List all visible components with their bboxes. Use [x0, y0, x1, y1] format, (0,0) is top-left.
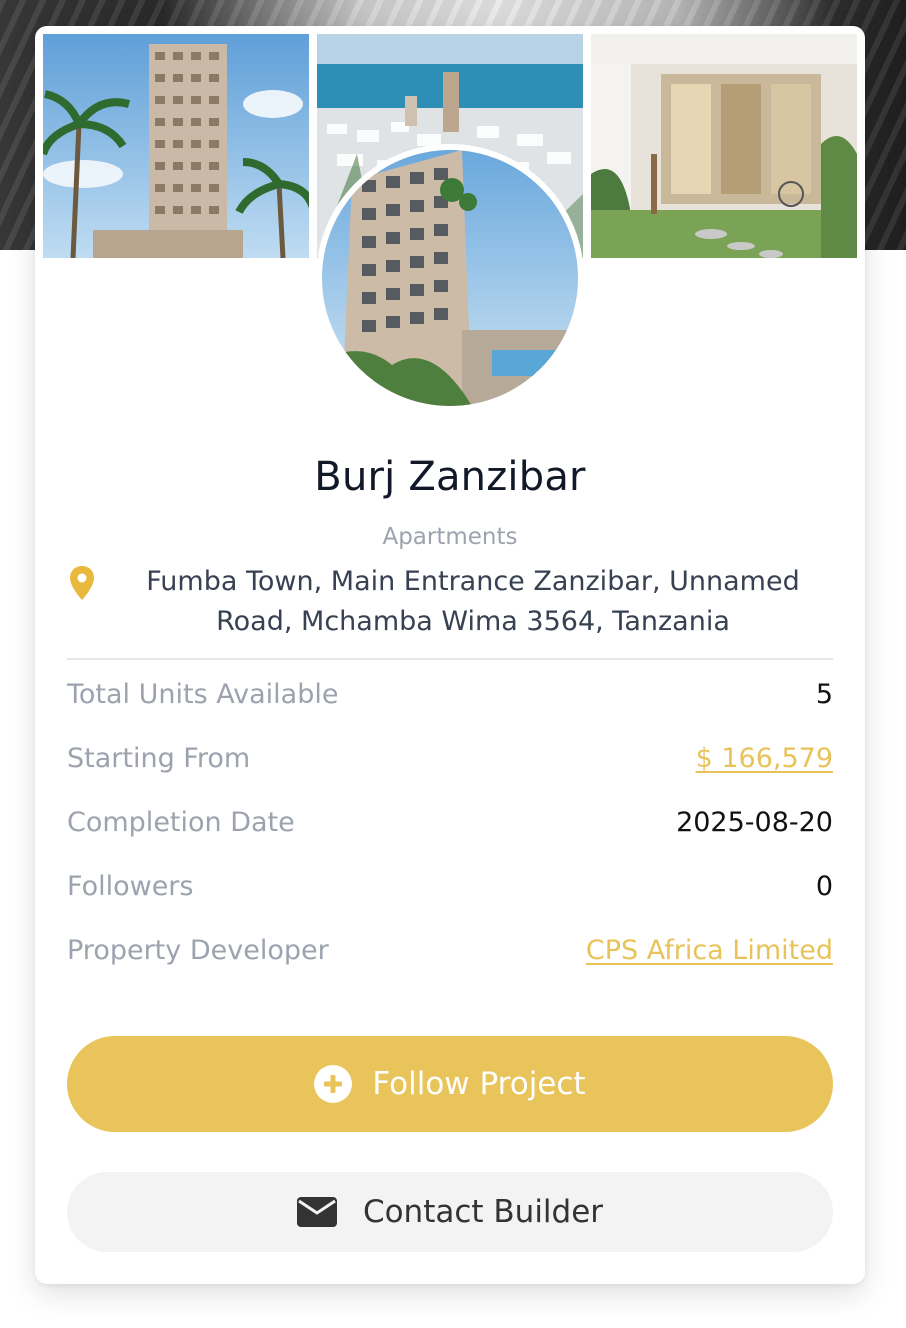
detail-value: 5	[815, 678, 833, 710]
detail-row-property-developer: Property Developer CPS Africa Limited	[67, 918, 833, 982]
detail-label: Starting From	[67, 742, 251, 774]
starting-price-link[interactable]: $ 166,579	[696, 743, 833, 774]
plus-circle-icon	[314, 1065, 353, 1103]
developer-link[interactable]: CPS Africa Limited	[586, 935, 833, 966]
detail-value: 0	[815, 870, 833, 902]
envelope-icon	[296, 1197, 337, 1227]
detail-row-followers: Followers 0	[67, 854, 833, 918]
follow-project-label: Follow Project	[372, 1066, 586, 1102]
project-title: Burj Zanzibar	[314, 454, 586, 500]
project-avatar[interactable]	[316, 144, 584, 412]
detail-label: Completion Date	[67, 806, 295, 838]
project-category: Apartments	[382, 524, 518, 550]
map-pin-icon	[70, 566, 94, 600]
detail-row-completion-date: Completion Date 2025-08-20	[67, 790, 833, 854]
detail-row-starting-from: Starting From $ 166,579	[67, 726, 833, 790]
contact-builder-button[interactable]: Contact Builder	[67, 1172, 833, 1252]
project-location: Fumba Town, Main Entrance Zanzibar, Unna…	[67, 562, 833, 642]
detail-label: Followers	[67, 870, 194, 902]
gallery-photo-tower[interactable]	[43, 34, 309, 258]
detail-label: Total Units Available	[67, 678, 339, 710]
project-details: Total Units Available 5 Starting From $ …	[67, 662, 833, 982]
detail-label: Property Developer	[67, 934, 329, 966]
details-divider	[67, 658, 833, 660]
contact-builder-label: Contact Builder	[362, 1194, 604, 1230]
project-card: Burj Zanzibar Apartments Fumba Town, Mai…	[35, 26, 865, 1284]
follow-project-button[interactable]: Follow Project	[67, 1036, 833, 1132]
detail-row-total-units: Total Units Available 5	[67, 662, 833, 726]
detail-value: 2025-08-20	[676, 806, 833, 838]
gallery-photo-patio[interactable]	[591, 34, 857, 258]
project-address: Fumba Town, Main Entrance Zanzibar, Unna…	[146, 566, 800, 637]
